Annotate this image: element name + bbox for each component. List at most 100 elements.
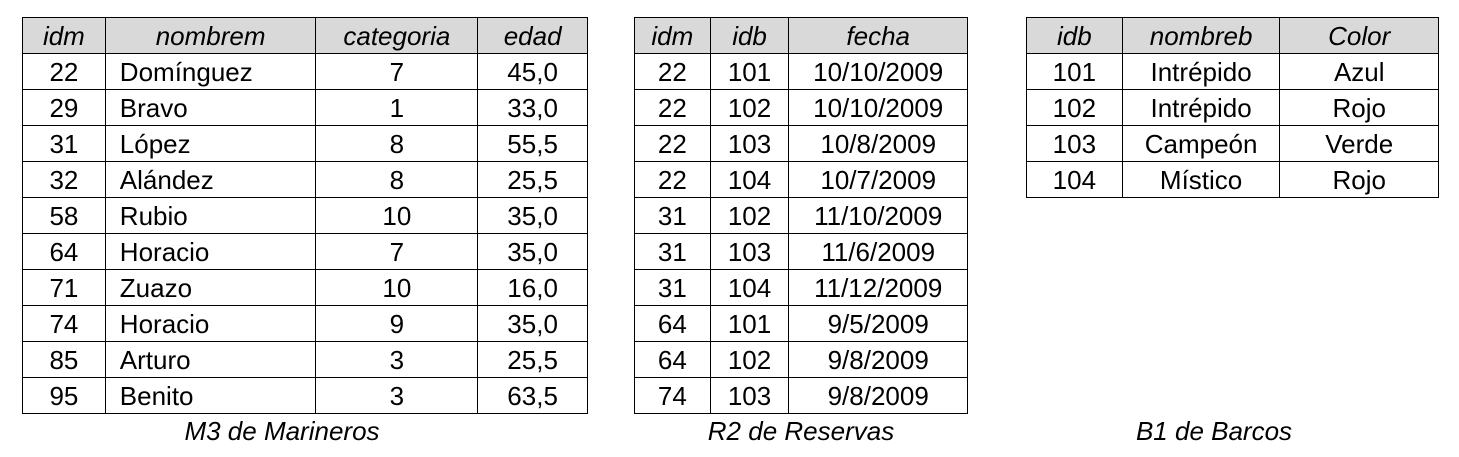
table-row: 102 Intrépido Rojo	[1026, 89, 1439, 126]
table-caption: M3 de Marineros	[184, 416, 380, 446]
table-cell: Rubio	[104, 197, 317, 234]
table-row: 31 103 11/6/2009	[634, 233, 968, 270]
column-header: edad	[477, 17, 588, 54]
table-row: 32 Alández 8 25,5	[22, 161, 588, 198]
table-cell: 55,5	[477, 125, 588, 162]
table-cell: Verde	[1279, 125, 1439, 162]
table-cell: 103	[1026, 125, 1123, 162]
table-row: 64 Horacio 7 35,0	[22, 233, 588, 270]
table-cell: 10	[315, 197, 479, 234]
table-header-row: idm nombrem categoria edad	[22, 17, 588, 54]
table-caption: R2 de Reservas	[707, 416, 895, 446]
table-cell: Rojo	[1279, 161, 1439, 198]
table-cell: Horacio	[104, 233, 317, 270]
table-cell: 35,0	[477, 197, 588, 234]
column-header: fecha	[788, 17, 968, 54]
table-cell: 22	[22, 53, 106, 90]
table-header-row: idm idb fecha	[634, 17, 968, 54]
table-cell: Rojo	[1279, 89, 1439, 126]
table-row: 29 Bravo 1 33,0	[22, 89, 588, 126]
table-cell: 71	[22, 269, 106, 306]
table-row: 64 102 9/8/2009	[634, 341, 968, 378]
marineros-table: idm nombrem categoria edad 22 Domínguez 7 4…	[22, 17, 588, 414]
table-row: 22 101 10/10/2009	[634, 53, 968, 90]
table-cell: 104	[709, 269, 790, 306]
table-cell: Azul	[1279, 53, 1439, 90]
table-cell: 31	[634, 233, 711, 270]
table-cell: 102	[709, 197, 790, 234]
column-header: idm	[22, 17, 106, 54]
table-cell: 45,0	[477, 53, 588, 90]
table-cell: 3	[315, 341, 479, 378]
table-cell: Arturo	[104, 341, 317, 378]
column-header: nombrem	[104, 17, 317, 54]
column-header: categoria	[315, 17, 479, 54]
column-header: idb	[709, 17, 790, 54]
table-row: 95 Benito 3 63,5	[22, 377, 588, 414]
table-cell: 64	[634, 305, 711, 342]
table-cell: 95	[22, 377, 106, 414]
table-cell: 10/8/2009	[788, 125, 968, 162]
table-row: 58 Rubio 10 35,0	[22, 197, 588, 234]
table-cell: 10	[315, 269, 479, 306]
table-cell: 63,5	[477, 377, 588, 414]
table-cell: 35,0	[477, 305, 588, 342]
table-cell: 102	[709, 89, 790, 126]
table-row: 64 101 9/5/2009	[634, 305, 968, 342]
table-header-row: idb nombreb Color	[1026, 17, 1439, 54]
table-cell: 74	[634, 377, 711, 414]
table-cell: 22	[634, 125, 711, 162]
table-cell: 64	[22, 233, 106, 270]
table-cell: 103	[709, 377, 790, 414]
table-row: 22 104 10/7/2009	[634, 161, 968, 198]
table-cell: Horacio	[104, 305, 317, 342]
table-cell: Alández	[104, 161, 317, 198]
table-cell: 31	[22, 125, 106, 162]
table-cell: 29	[22, 89, 106, 126]
table-row: 103 Campeón Verde	[1026, 125, 1439, 162]
table-cell: 7	[315, 233, 479, 270]
table-cell: Bravo	[104, 89, 317, 126]
table-row: 22 103 10/8/2009	[634, 125, 968, 162]
table-cell: 9/5/2009	[788, 305, 968, 342]
table-cell: 22	[634, 53, 711, 90]
table-cell: 11/12/2009	[788, 269, 968, 306]
table-cell: 9/8/2009	[788, 377, 968, 414]
table-cell: López	[104, 125, 317, 162]
table-cell: 25,5	[477, 341, 588, 378]
table-cell: 35,0	[477, 233, 588, 270]
table-cell: Zuazo	[104, 269, 317, 306]
table-row: 31 104 11/12/2009	[634, 269, 968, 306]
barcos-table: idb nombreb Color 101 Intrépido Azul 102 In…	[1026, 17, 1439, 198]
table-caption: B1 de Barcos	[1135, 416, 1293, 446]
table-cell: 31	[634, 269, 711, 306]
table-cell: Benito	[104, 377, 317, 414]
table-cell: Campeón	[1121, 125, 1281, 162]
table-cell: 102	[1026, 89, 1123, 126]
table-cell: 9/8/2009	[788, 341, 968, 378]
table-cell: 22	[634, 161, 711, 198]
table-row: 85 Arturo 3 25,5	[22, 341, 588, 378]
table-cell: 16,0	[477, 269, 588, 306]
table-cell: Domínguez	[104, 53, 317, 90]
table-cell: 64	[634, 341, 711, 378]
table-cell: 104	[709, 161, 790, 198]
table-row: 74 Horacio 9 35,0	[22, 305, 588, 342]
column-header: idm	[634, 17, 711, 54]
table-row: 104 Místico Rojo	[1026, 161, 1439, 198]
table-cell: 25,5	[477, 161, 588, 198]
column-header: Color	[1279, 17, 1439, 54]
table-row: 31 López 8 55,5	[22, 125, 588, 162]
table-cell: 32	[22, 161, 106, 198]
table-row: 31 102 11/10/2009	[634, 197, 968, 234]
table-cell: 101	[709, 305, 790, 342]
table-cell: 74	[22, 305, 106, 342]
table-cell: 85	[22, 341, 106, 378]
table-cell: 33,0	[477, 89, 588, 126]
table-row: 74 103 9/8/2009	[634, 377, 968, 414]
table-cell: 1	[315, 89, 479, 126]
reservas-table: idm idb fecha 22 101 10/10/2009 22 102 10/10…	[634, 17, 968, 414]
table-cell: 8	[315, 161, 479, 198]
table-cell: 11/6/2009	[788, 233, 968, 270]
column-header: idb	[1026, 17, 1123, 54]
